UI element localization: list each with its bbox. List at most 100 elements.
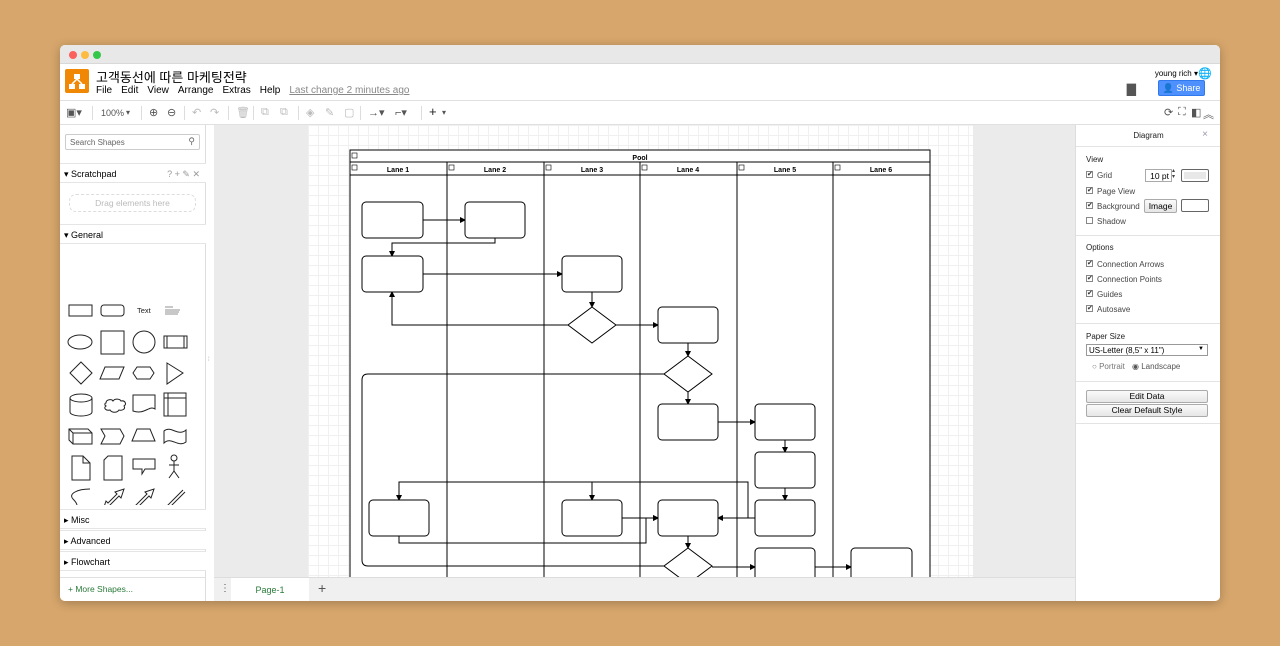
tape-shape[interactable]: [163, 428, 187, 445]
panel-toggle-icon[interactable]: ◧: [1191, 106, 1201, 119]
diamond-shape[interactable]: [69, 361, 93, 385]
image-button[interactable]: Image: [1144, 199, 1177, 213]
menu-edit[interactable]: Edit: [121, 85, 138, 96]
process-box[interactable]: [464, 201, 526, 239]
menu-view[interactable]: View: [147, 85, 169, 96]
lane-3-title[interactable]: Lane 3: [581, 167, 603, 174]
globe-icon[interactable]: 🌐: [1198, 67, 1212, 80]
triangle-shape[interactable]: [166, 362, 184, 385]
process-box[interactable]: [657, 403, 719, 441]
section-flowchart[interactable]: ▸ Flowchart: [60, 551, 206, 571]
menu-extras[interactable]: Extras: [222, 85, 250, 96]
connection-arrows-checkbox[interactable]: ✔: [1086, 260, 1093, 267]
lane-6-title[interactable]: Lane 6: [870, 167, 892, 174]
section-general[interactable]: ▾ General: [60, 224, 206, 244]
lane-4-title[interactable]: Lane 4: [677, 167, 699, 174]
grid-color-button[interactable]: [1181, 169, 1209, 182]
comment-icon[interactable]: ▇: [1127, 82, 1136, 96]
share-button[interactable]: 👤 Share: [1158, 80, 1205, 96]
redo-icon[interactable]: ↷: [210, 106, 219, 119]
zoom-select[interactable]: 100%: [101, 108, 124, 118]
sidebar-splitter[interactable]: ⁞: [206, 125, 214, 601]
cylinder-shape[interactable]: [69, 393, 93, 417]
ellipse-shape[interactable]: [67, 334, 93, 350]
process-box[interactable]: [561, 255, 623, 293]
process-box[interactable]: [754, 499, 816, 537]
arrow-shape[interactable]: [133, 488, 155, 505]
process-box[interactable]: [361, 255, 424, 293]
delete-icon[interactable]: 🗑: [236, 106, 250, 119]
user-menu[interactable]: young rich ▾: [1155, 69, 1198, 78]
sync-icon[interactable]: ⟳: [1164, 106, 1173, 119]
grid-size-input[interactable]: 10 pt: [1145, 169, 1172, 182]
page-view-checkbox[interactable]: ✔: [1086, 187, 1093, 194]
undo-icon[interactable]: ↶: [192, 106, 201, 119]
chevron-down-icon[interactable]: ▾: [442, 108, 446, 117]
pool[interactable]: Pool: [349, 149, 931, 577]
diagram-canvas[interactable]: Pool Lane 1 Lane 2 Lane 3 Lane 4 Lane 5 …: [214, 125, 1075, 577]
search-icon[interactable]: ⚲: [188, 136, 195, 147]
minimize-window-button[interactable]: [81, 51, 89, 59]
circle-shape[interactable]: [132, 330, 156, 354]
textbox-shape[interactable]: [165, 306, 180, 315]
process-box[interactable]: [657, 306, 719, 344]
connection-icon[interactable]: →▾: [368, 106, 385, 119]
lane-1-title[interactable]: Lane 1: [387, 167, 409, 174]
clear-default-style-button[interactable]: Clear Default Style: [1086, 404, 1208, 417]
process-box[interactable]: [754, 547, 816, 577]
cube-shape[interactable]: [68, 428, 93, 445]
process-box[interactable]: [657, 499, 719, 537]
section-advanced[interactable]: ▸ Advanced: [60, 530, 206, 550]
callout-shape[interactable]: [132, 458, 156, 476]
rectangle-shape[interactable]: [68, 304, 93, 317]
cloud-shape[interactable]: [104, 398, 126, 413]
process-box[interactable]: [561, 499, 623, 537]
format-panel-toggle-icon[interactable]: ▣▾: [66, 106, 82, 119]
menu-help[interactable]: Help: [260, 85, 281, 96]
section-scratchpad[interactable]: ▾ Scratchpad? + ✎ ✕: [60, 163, 206, 183]
portrait-radio[interactable]: ○ Portrait: [1092, 362, 1125, 371]
process-box[interactable]: [368, 499, 430, 537]
square-shape[interactable]: [100, 330, 125, 355]
curve-shape[interactable]: [70, 488, 91, 505]
more-shapes-button[interactable]: + More Shapes...: [60, 577, 206, 601]
section-misc[interactable]: ▸ Misc: [60, 509, 206, 529]
collapse-icon[interactable]: ︽: [1203, 106, 1214, 122]
scratchpad-drop-zone[interactable]: Drag elements here: [69, 194, 196, 212]
scratchpad-tools[interactable]: ? + ✎ ✕: [167, 169, 200, 180]
actor-shape[interactable]: [168, 454, 180, 479]
chevron-down-icon[interactable]: ▾: [126, 108, 130, 117]
landscape-radio[interactable]: ◉ Landscape: [1132, 362, 1180, 371]
line-color-icon[interactable]: ✎: [325, 106, 334, 119]
add-page-button[interactable]: +: [318, 580, 326, 596]
zoom-out-icon[interactable]: ⊖: [167, 106, 176, 119]
internal-storage-shape[interactable]: [163, 392, 187, 417]
background-color-button[interactable]: [1181, 199, 1209, 212]
paper-size-select[interactable]: US-Letter (8,5" x 11") ▼: [1086, 344, 1208, 356]
autosave-checkbox[interactable]: ✔: [1086, 305, 1093, 312]
trapezoid-shape[interactable]: [131, 428, 156, 442]
shadow-icon[interactable]: ▢: [344, 106, 354, 119]
rounded-rectangle-shape[interactable]: [100, 304, 125, 317]
close-window-button[interactable]: [69, 51, 77, 59]
parallelogram-shape[interactable]: [99, 366, 125, 380]
fullscreen-icon[interactable]: ⛶: [1178, 106, 1186, 119]
page-menu-icon[interactable]: ⋮: [220, 583, 230, 594]
close-icon[interactable]: ×: [1202, 129, 1208, 140]
card-shape[interactable]: [103, 455, 123, 481]
document-title[interactable]: 고객동선에 따른 마케팅전략: [96, 67, 247, 86]
edit-data-button[interactable]: Edit Data: [1086, 390, 1208, 403]
process-box[interactable]: [754, 403, 816, 441]
tab-page-1[interactable]: Page-1: [231, 578, 309, 601]
lane-2-title[interactable]: Lane 2: [484, 167, 506, 174]
search-shapes-input[interactable]: Search Shapes ⚲: [65, 134, 200, 150]
process-box[interactable]: [850, 547, 913, 577]
to-back-icon[interactable]: ⧉: [280, 106, 288, 119]
text-shape[interactable]: Text: [137, 306, 152, 315]
maximize-window-button[interactable]: [93, 51, 101, 59]
hexagon-shape[interactable]: [132, 366, 155, 380]
to-front-icon[interactable]: ⧉: [261, 106, 269, 119]
waypoints-icon[interactable]: ⌐▾: [395, 106, 407, 119]
connection-points-checkbox[interactable]: ✔: [1086, 275, 1093, 282]
document-shape[interactable]: [132, 394, 156, 413]
